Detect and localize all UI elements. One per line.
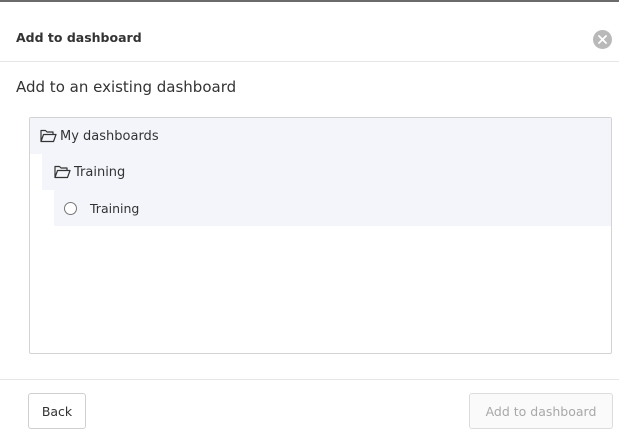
add-to-dashboard-button[interactable]: Add to dashboard — [469, 393, 613, 429]
dialog-footer: Back Add to dashboard — [0, 379, 619, 437]
tree-item-label: My dashboards — [60, 128, 159, 144]
tree-item-label: Training — [74, 164, 126, 180]
back-button[interactable]: Back — [28, 393, 86, 429]
folder-open-icon — [54, 165, 71, 179]
dashboard-radio[interactable] — [64, 201, 77, 215]
tree-item-training-folder[interactable]: Training — [42, 154, 611, 190]
tree-item-training-dashboard[interactable]: Training — [54, 190, 611, 226]
close-icon[interactable] — [593, 30, 612, 49]
dialog-header: Add to dashboard — [0, 2, 619, 62]
tree-item-label: Training — [90, 200, 140, 216]
section-title: Add to an existing dashboard — [16, 78, 237, 96]
dashboard-tree: My dashboards Training Training — [29, 117, 612, 354]
folder-open-icon — [40, 129, 57, 143]
add-to-dashboard-dialog: Add to dashboard Add to an existing dash… — [0, 0, 619, 437]
tree-item-my-dashboards[interactable]: My dashboards — [30, 118, 611, 154]
dialog-title: Add to dashboard — [16, 30, 142, 45]
